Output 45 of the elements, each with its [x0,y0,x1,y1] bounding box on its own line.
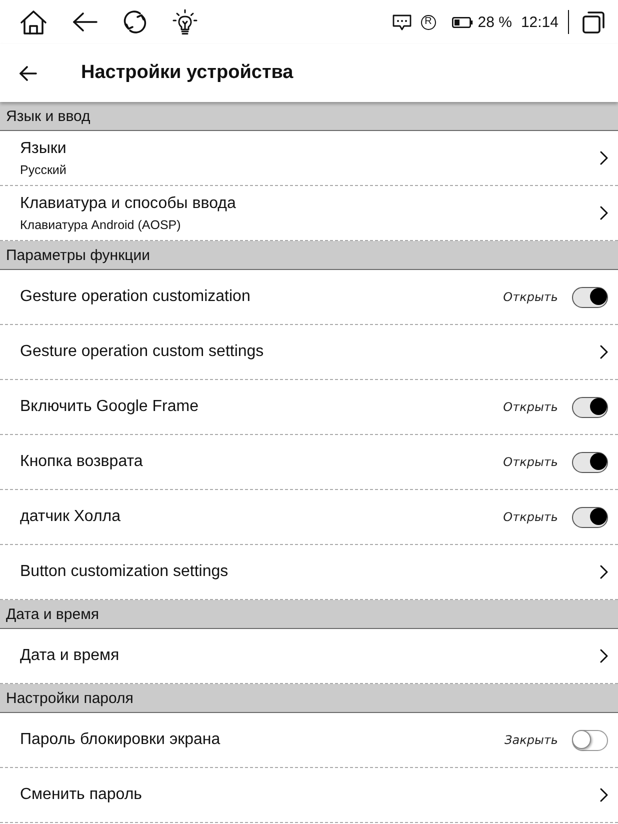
lightbulb-icon[interactable] [172,8,198,36]
toggle-switch[interactable] [572,286,608,308]
chevron-right-icon [600,788,608,802]
back-arrow-icon[interactable] [19,66,37,80]
battery-percentage: 28 % [478,14,512,30]
toggle-switch[interactable] [572,506,608,528]
setting-title: Клавиатура и способы ввода [20,194,236,212]
setting-title: Дата и время [20,647,120,665]
overlapping-squares-icon[interactable] [582,10,605,34]
setting-title: Gesture operation custom settings [20,343,264,361]
chevron-right-icon [600,206,608,220]
refresh-icon[interactable] [123,10,147,34]
chevron-right-icon [600,565,608,579]
section-header: Язык и ввод [0,102,618,131]
toggle-state-label: Открыть [503,400,558,414]
battery-icon [452,16,473,28]
setting-title: Gesture operation customization [20,288,250,306]
setting-title: Кнопка возврата [20,453,143,471]
setting-title: Пароль блокировки экрана [20,731,220,749]
setting-value: Клавиатура Android (AOSP) [20,218,181,232]
clock: 12:14 [520,14,558,30]
section-header: Параметры функции [0,241,618,270]
toggle-switch[interactable] [572,730,608,750]
setting-title: датчик Холла [20,508,121,526]
toggle-state-label: Закрыть [504,733,558,747]
chat-bubble-icon [392,14,412,30]
section-header: Дата и время [0,600,618,629]
page-title: Настройки устройства [81,62,294,84]
toggle-state-label: Открыть [503,455,558,469]
toggle-state-label: Открыть [503,290,558,304]
setting-title: Включить Google Frame [20,398,198,416]
setting-title: Сменить пароль [20,786,142,804]
back-arrow-icon[interactable] [72,12,98,32]
chevron-right-icon [600,345,608,359]
section-header: Настройки пароля [0,684,618,713]
setting-title: Языки [20,140,66,158]
setting-value: Русский [20,162,66,176]
toggle-state-label: Открыть [503,510,558,524]
toggle-switch[interactable] [572,396,608,418]
status-indicator: R [420,14,436,30]
chevron-right-icon [600,649,608,663]
toggle-switch[interactable] [572,452,608,472]
setting-title: Button customization settings [20,563,228,581]
chevron-right-icon [600,151,608,165]
home-icon[interactable] [20,10,47,34]
